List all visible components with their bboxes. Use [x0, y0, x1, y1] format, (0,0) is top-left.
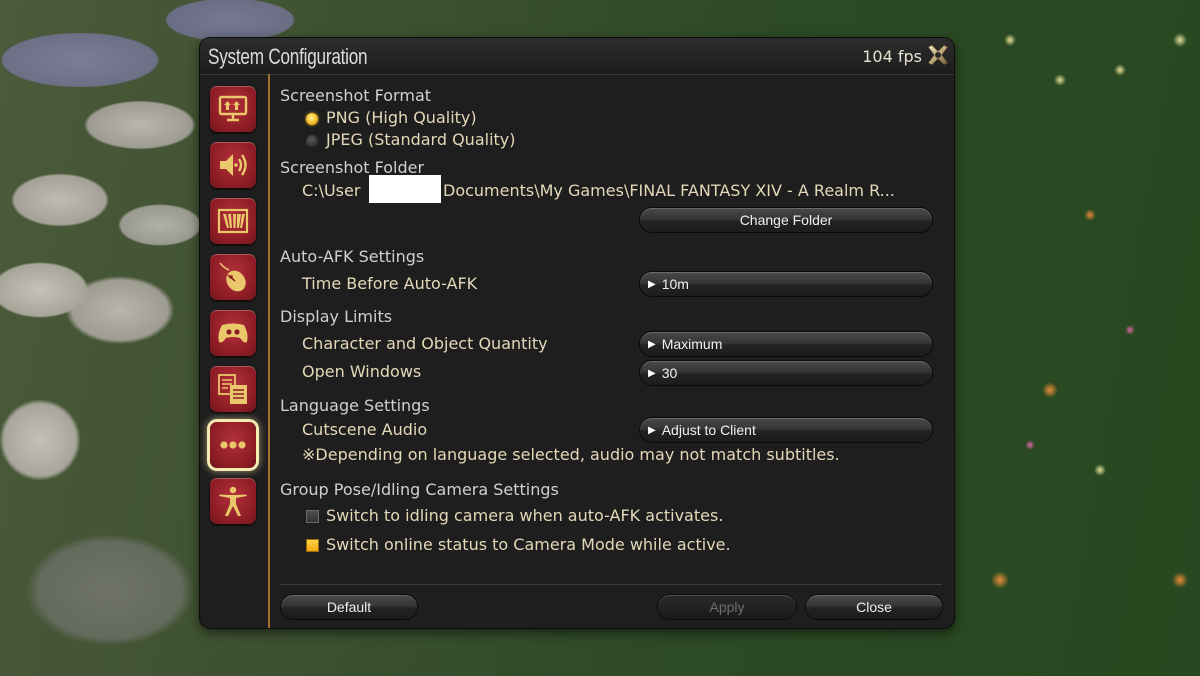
object-quantity-dropdown[interactable]: ▶ Maximum [640, 332, 932, 356]
window-title: System Configuration [208, 44, 368, 69]
language-note: ※Depending on language selected, audio m… [302, 445, 840, 464]
triangle-right-icon: ▶ [648, 424, 656, 436]
triangle-right-icon: ▶ [648, 338, 656, 350]
redacted-username [369, 175, 441, 203]
cutscene-audio-dropdown[interactable]: ▶ Adjust to Client [640, 418, 932, 442]
tab-display-settings[interactable] [210, 86, 256, 132]
camera-mode-status-checkbox-label[interactable]: Switch online status to Camera Mode whil… [326, 535, 731, 554]
radio-jpeg[interactable] [306, 135, 318, 147]
cutscene-audio-value: Adjust to Client [661, 422, 756, 438]
footer-divider [280, 584, 942, 585]
idle-camera-checkbox-label[interactable]: Switch to idling camera when auto-AFK ac… [326, 506, 723, 525]
close-ornate-x-icon[interactable] [926, 43, 950, 67]
perspective-frame-icon [217, 208, 249, 234]
radio-png-label[interactable]: PNG (High Quality) [326, 108, 477, 127]
time-before-afk-label: Time Before Auto-AFK [302, 274, 478, 293]
ellipsis-icon [220, 441, 246, 449]
default-button[interactable]: Default [281, 595, 417, 619]
mouse-icon [219, 262, 246, 292]
object-quantity-value: Maximum [661, 336, 723, 352]
tab-mouse-settings[interactable] [210, 254, 256, 300]
tab-gamepad-settings[interactable] [210, 310, 256, 356]
folder-path-prefix: C:\User [302, 181, 361, 200]
open-windows-dropdown[interactable]: ▶ 30 [640, 361, 932, 385]
person-icon [219, 486, 247, 516]
screenshot-format-heading: Screenshot Format [280, 86, 432, 105]
tab-sound-settings[interactable] [210, 142, 256, 188]
display-limits-heading: Display Limits [280, 307, 393, 326]
tab-character-settings[interactable] [210, 478, 256, 524]
camera-mode-status-checkbox[interactable] [306, 539, 319, 552]
radio-jpeg-label[interactable]: JPEG (Standard Quality) [326, 130, 516, 149]
documents-icon [218, 374, 247, 404]
gamepad-icon [218, 323, 248, 343]
folder-path-suffix: Documents\My Games\FINAL FANTASY XIV - A… [443, 181, 895, 200]
cutscene-audio-label: Cutscene Audio [302, 420, 428, 439]
apply-button[interactable]: Apply [658, 595, 796, 619]
tab-graphics-settings[interactable] [210, 198, 256, 244]
fps-counter: 104 fps [862, 47, 922, 66]
tab-window-settings[interactable] [210, 366, 256, 412]
object-quantity-label: Character and Object Quantity [302, 334, 548, 353]
open-windows-value: 30 [661, 365, 678, 381]
language-settings-heading: Language Settings [280, 396, 430, 415]
settings-content: Screenshot Format PNG (High Quality) JPE… [280, 74, 954, 628]
triangle-right-icon: ▶ [648, 278, 656, 290]
idle-camera-heading: Group Pose/Idling Camera Settings [280, 480, 559, 499]
triangle-right-icon: ▶ [648, 367, 656, 379]
close-button[interactable]: Close [806, 595, 942, 619]
title-bar[interactable]: System Configuration 104 fps [200, 38, 954, 75]
open-windows-label: Open Windows [302, 362, 422, 381]
change-folder-button[interactable]: Change Folder [640, 208, 932, 232]
speaker-icon [220, 154, 247, 176]
monitor-upload-icon [218, 95, 248, 122]
tab-other-settings[interactable] [210, 422, 256, 468]
idle-camera-checkbox[interactable] [306, 510, 319, 523]
time-before-afk-value: 10m [661, 276, 689, 292]
system-configuration-window: System Configuration 104 fps Screenshot … [200, 38, 954, 628]
radio-png[interactable] [306, 113, 318, 125]
sidebar-divider [268, 74, 270, 628]
auto-afk-heading: Auto-AFK Settings [280, 247, 425, 266]
time-before-afk-dropdown[interactable]: ▶ 10m [640, 272, 932, 296]
category-sidebar [200, 74, 268, 628]
